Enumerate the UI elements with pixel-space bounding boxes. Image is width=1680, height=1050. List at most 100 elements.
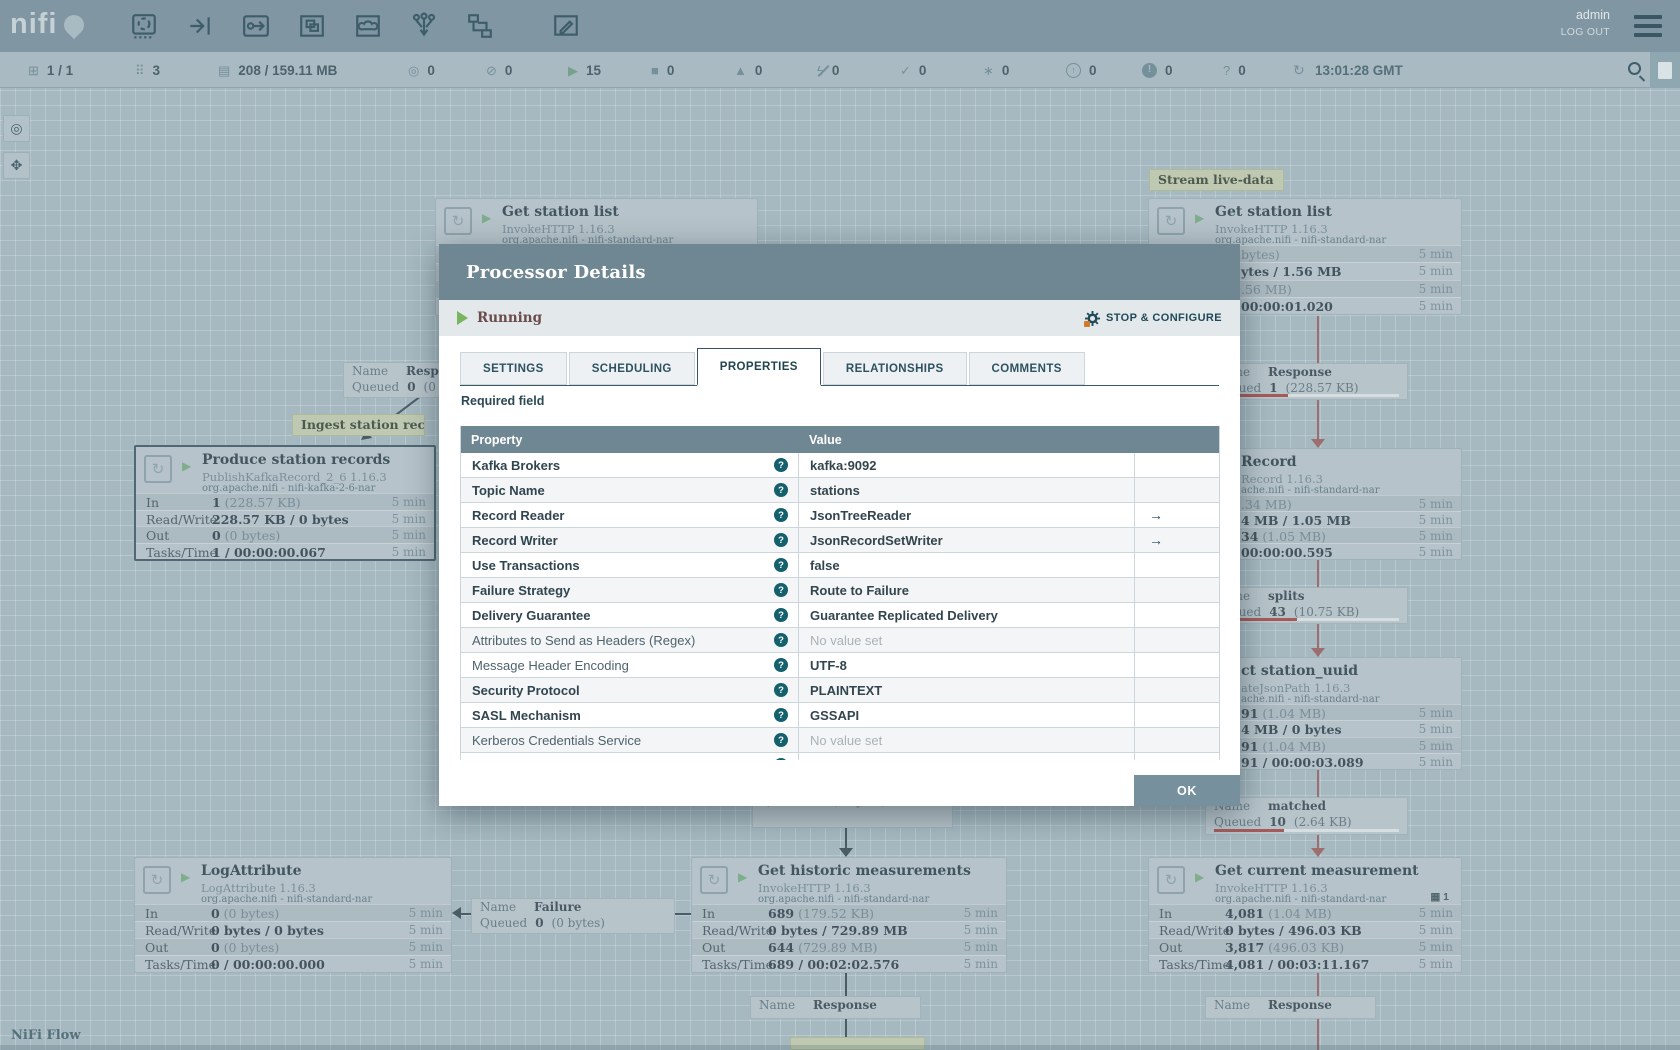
tab-relationships[interactable]: RELATIONSHIPS [822, 352, 967, 385]
go-to-service-icon[interactable]: → [1149, 532, 1163, 548]
tab-properties[interactable]: PROPERTIES [696, 348, 821, 386]
help-icon[interactable]: ? [774, 583, 788, 597]
help-icon[interactable]: ? [774, 658, 788, 672]
template-icon[interactable] [466, 12, 494, 40]
processor-type: PublishKafkaRecord_2_6 1.16.3 [202, 470, 387, 484]
input-port-icon[interactable] [186, 12, 214, 40]
property-value[interactable]: PLAINTEXT [799, 678, 1135, 702]
stop-and-configure-button[interactable]: STOP & CONFIGURE [1083, 310, 1222, 327]
canvas-label[interactable]: Stream live-data [1149, 169, 1284, 191]
property-value[interactable]: JsonRecordSetWriter [799, 528, 1135, 552]
stat-value-bold: 0 [212, 528, 221, 543]
stat-value-detail: (1.04 MB) [1258, 738, 1326, 754]
processor-get-current-measurement[interactable]: ↻ ▶ Get current measurement InvokeHTTP 1.16… [1148, 857, 1462, 973]
connection-line [1317, 623, 1319, 650]
stat-label: Read/Write [1159, 923, 1231, 938]
property-extra-cell [1135, 653, 1219, 677]
help-icon[interactable]: ? [774, 458, 788, 472]
connection-name-value: Response [1268, 998, 1332, 1012]
stat-period: 5 min [963, 957, 998, 971]
property-value[interactable]: Guarantee Replicated Delivery [799, 603, 1135, 627]
property-value[interactable]: Route to Failure [799, 578, 1135, 602]
stat-value-bold: 34 [1241, 529, 1259, 544]
stat-period: 5 min [1418, 738, 1453, 753]
help-icon[interactable]: ? [774, 683, 788, 697]
property-value[interactable]: stations [799, 478, 1135, 502]
output-port-icon[interactable] [242, 12, 270, 40]
dialog-status-row: Running STOP & CONFIGURE [439, 300, 1240, 336]
gear-icon [1083, 310, 1100, 327]
help-icon[interactable]: ? [774, 758, 788, 760]
not-transmitting-icon: ⊘ [486, 62, 497, 78]
cluster-icon: ⊞ [28, 62, 39, 78]
dialog-title: Processor Details [466, 261, 646, 283]
status-item-queued: ▤ 208 / 159.11 MB [218, 52, 337, 88]
nifi-logo[interactable]: nifi [10, 8, 88, 41]
help-icon[interactable]: ? [774, 608, 788, 622]
stat-period: 5 min [1418, 298, 1453, 313]
property-value[interactable]: No value set [799, 728, 1135, 752]
tab-settings[interactable]: SETTINGS [460, 352, 567, 385]
status-item-stopped: ■ 0 [651, 52, 674, 88]
active-threads-badge: ▦ 1 [1430, 891, 1449, 903]
processor-type: LogAttribute 1.16.3 [201, 881, 316, 895]
processor-log-attribute[interactable]: ↻ ▶ LogAttribute LogAttribute 1.16.3 org.apa… [134, 857, 452, 973]
stat-period: 5 min [391, 544, 426, 559]
help-icon[interactable]: ? [774, 508, 788, 522]
property-row: Delivery Guarantee? Guarantee Replicated … [461, 603, 1219, 628]
property-value[interactable]: No value set [799, 628, 1135, 652]
search-icon[interactable] [1628, 62, 1641, 75]
go-to-service-icon[interactable]: → [1149, 507, 1163, 523]
tab-scheduling[interactable]: SCHEDULING [568, 352, 695, 385]
processor-type-icon: ↻ [144, 455, 172, 483]
stat-value: .34 MB) [1241, 497, 1292, 512]
running-state-icon: ▶ [181, 870, 191, 884]
property-value[interactable]: kafka:9092 [799, 453, 1135, 477]
ok-button[interactable]: OK [1134, 775, 1240, 806]
help-icon[interactable]: ? [774, 533, 788, 547]
label-icon[interactable] [552, 12, 580, 40]
property-value[interactable]: false [799, 553, 1135, 577]
processor-name: LogAttribute [201, 863, 302, 879]
help-icon[interactable]: ? [774, 558, 788, 572]
stat-period: 5 min [963, 923, 998, 937]
remote-process-group-icon[interactable] [354, 12, 382, 40]
stat-value-bold: 91 [1241, 738, 1259, 754]
stat-value: 34 (1.05 MB) [1241, 529, 1326, 544]
status-item-value: 0 [427, 62, 435, 78]
connection-label-failure[interactable]: Name Failure Queued 0 (0 bytes) [471, 898, 675, 934]
canvas-label[interactable]: Ingest station records [292, 414, 425, 436]
processor-icon[interactable] [130, 12, 158, 40]
tab-comments[interactable]: COMMENTS [968, 352, 1085, 385]
help-icon[interactable]: ? [774, 733, 788, 747]
refresh-icon[interactable]: ↻ [1293, 52, 1305, 88]
connection-name-value: Response [813, 998, 877, 1012]
connection-label-response-bottom-right[interactable]: Name Response [1205, 996, 1376, 1019]
property-value[interactable]: JsonTreeReader [799, 503, 1135, 527]
canvas-pan-button[interactable]: ✥ [3, 152, 30, 179]
help-icon[interactable]: ? [774, 708, 788, 722]
funnel-icon[interactable] [410, 12, 438, 40]
processor-get-historic-measurements[interactable]: ↻ ▶ Get historic measurements InvokeHTTP 1.… [691, 857, 1007, 973]
stat-label: Tasks/Time [145, 957, 217, 972]
logout-link[interactable]: LOG OUT [1561, 26, 1610, 38]
connection-name-row: Name Failure [472, 899, 674, 915]
global-menu-icon[interactable] [1634, 15, 1662, 37]
connection-queued-key: Queued [352, 380, 400, 394]
processor-type-icon: ↻ [1157, 207, 1185, 235]
help-icon[interactable]: ? [774, 633, 788, 647]
help-icon[interactable]: ? [774, 483, 788, 497]
stat-value-bold: 4 MB / 0 bytes [1241, 722, 1342, 738]
property-value[interactable]: No value set [799, 753, 1135, 760]
property-value[interactable]: UTF-8 [799, 653, 1135, 677]
connection-label-response-bottom-mid[interactable]: Name Response [750, 996, 921, 1019]
status-item-value: 0 [1089, 62, 1097, 78]
canvas-insight-button[interactable]: ◎ [3, 115, 30, 142]
breadcrumb[interactable]: NiFi Flow [11, 1028, 81, 1043]
property-value[interactable]: GSSAPI [799, 703, 1135, 727]
stat-label: Tasks/Time [1159, 957, 1231, 972]
processor-produce-station-records[interactable]: ↻ ▶ Produce station records PublishKafkaRec… [134, 445, 436, 561]
bulletin-board-button[interactable] [1650, 52, 1680, 88]
process-group-icon[interactable] [298, 12, 326, 40]
stat-period: 5 min [1418, 923, 1453, 937]
